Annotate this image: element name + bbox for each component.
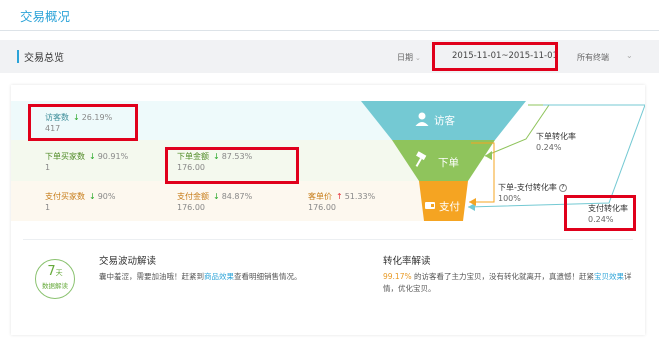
date-label: 日期 bbox=[397, 53, 413, 62]
funnel-visit-label: 访客 bbox=[434, 115, 455, 127]
conversion-text-before: 的访客看了主力宝贝，没有转化就离开，真遗憾！赶紧 bbox=[414, 272, 594, 281]
section-accent-bar bbox=[17, 50, 19, 63]
section-title: 交易总览 bbox=[24, 53, 64, 64]
order-to-pay-value: 100% bbox=[498, 194, 521, 203]
order-rate-value: 0.24% bbox=[536, 143, 562, 152]
badge-unit: 天 bbox=[55, 269, 63, 277]
conversion-section-text: 99.17% 的访客看了主力宝贝，没有转化就离开，真遗憾！赶紧宝贝效果详情，优化… bbox=[383, 271, 635, 295]
overview-toolbar: 交易总览 日期 ⌄ 2015-11-01~2015-11-01 所有终端 ⌄ bbox=[0, 40, 659, 73]
order-to-pay-label: 下单-支付转化率 bbox=[498, 183, 557, 192]
order-rate: 下单转化率 0.24% bbox=[536, 131, 576, 153]
badge-number: 7 bbox=[47, 264, 56, 279]
chevron-down-icon[interactable]: ⌄ bbox=[626, 51, 633, 60]
help-icon[interactable]: ? bbox=[558, 183, 567, 192]
funnel-pay-label: 支付 bbox=[439, 201, 460, 213]
item-effect-link[interactable]: 宝贝效果 bbox=[594, 272, 624, 281]
date-dropdown[interactable]: 日期 ⌄ bbox=[397, 52, 421, 63]
page-title: 交易概况 bbox=[20, 9, 71, 24]
badge-subtitle: 数据解读 bbox=[42, 282, 68, 290]
seven-day-badge[interactable]: 7天 数据解读 bbox=[35, 259, 75, 299]
product-effect-link[interactable]: 商品效果 bbox=[204, 272, 234, 281]
highlight-box-date-range bbox=[432, 42, 558, 71]
highlight-box-visitors bbox=[28, 104, 138, 141]
terminal-select[interactable]: 所有终端 bbox=[577, 52, 609, 63]
trend-text-before: 囊中羞涩，需要加油哦！赶紧到 bbox=[99, 272, 204, 281]
trend-section-text: 囊中羞涩，需要加油哦！赶紧到商品效果查看明细销售情况。 bbox=[99, 271, 359, 283]
order-rate-label: 下单转化率 bbox=[536, 132, 576, 141]
trend-text-after: 查看明细销售情况。 bbox=[234, 272, 302, 281]
conversion-section-title: 转化率解读 bbox=[383, 256, 431, 267]
title-divider bbox=[0, 30, 659, 31]
highlight-box-pay-rate bbox=[564, 195, 636, 231]
section-divider bbox=[23, 239, 633, 240]
conversion-highlight: 99.17% bbox=[383, 272, 412, 281]
highlight-box-order-amount bbox=[165, 147, 299, 184]
funnel-order-label: 下单 bbox=[438, 157, 459, 169]
order-to-pay-rate: 下单-支付转化率? 100% bbox=[498, 182, 567, 204]
trend-section-title: 交易波动解读 bbox=[99, 256, 157, 267]
wallet-icon bbox=[425, 202, 435, 209]
chevron-down-icon: ⌄ bbox=[415, 54, 421, 62]
